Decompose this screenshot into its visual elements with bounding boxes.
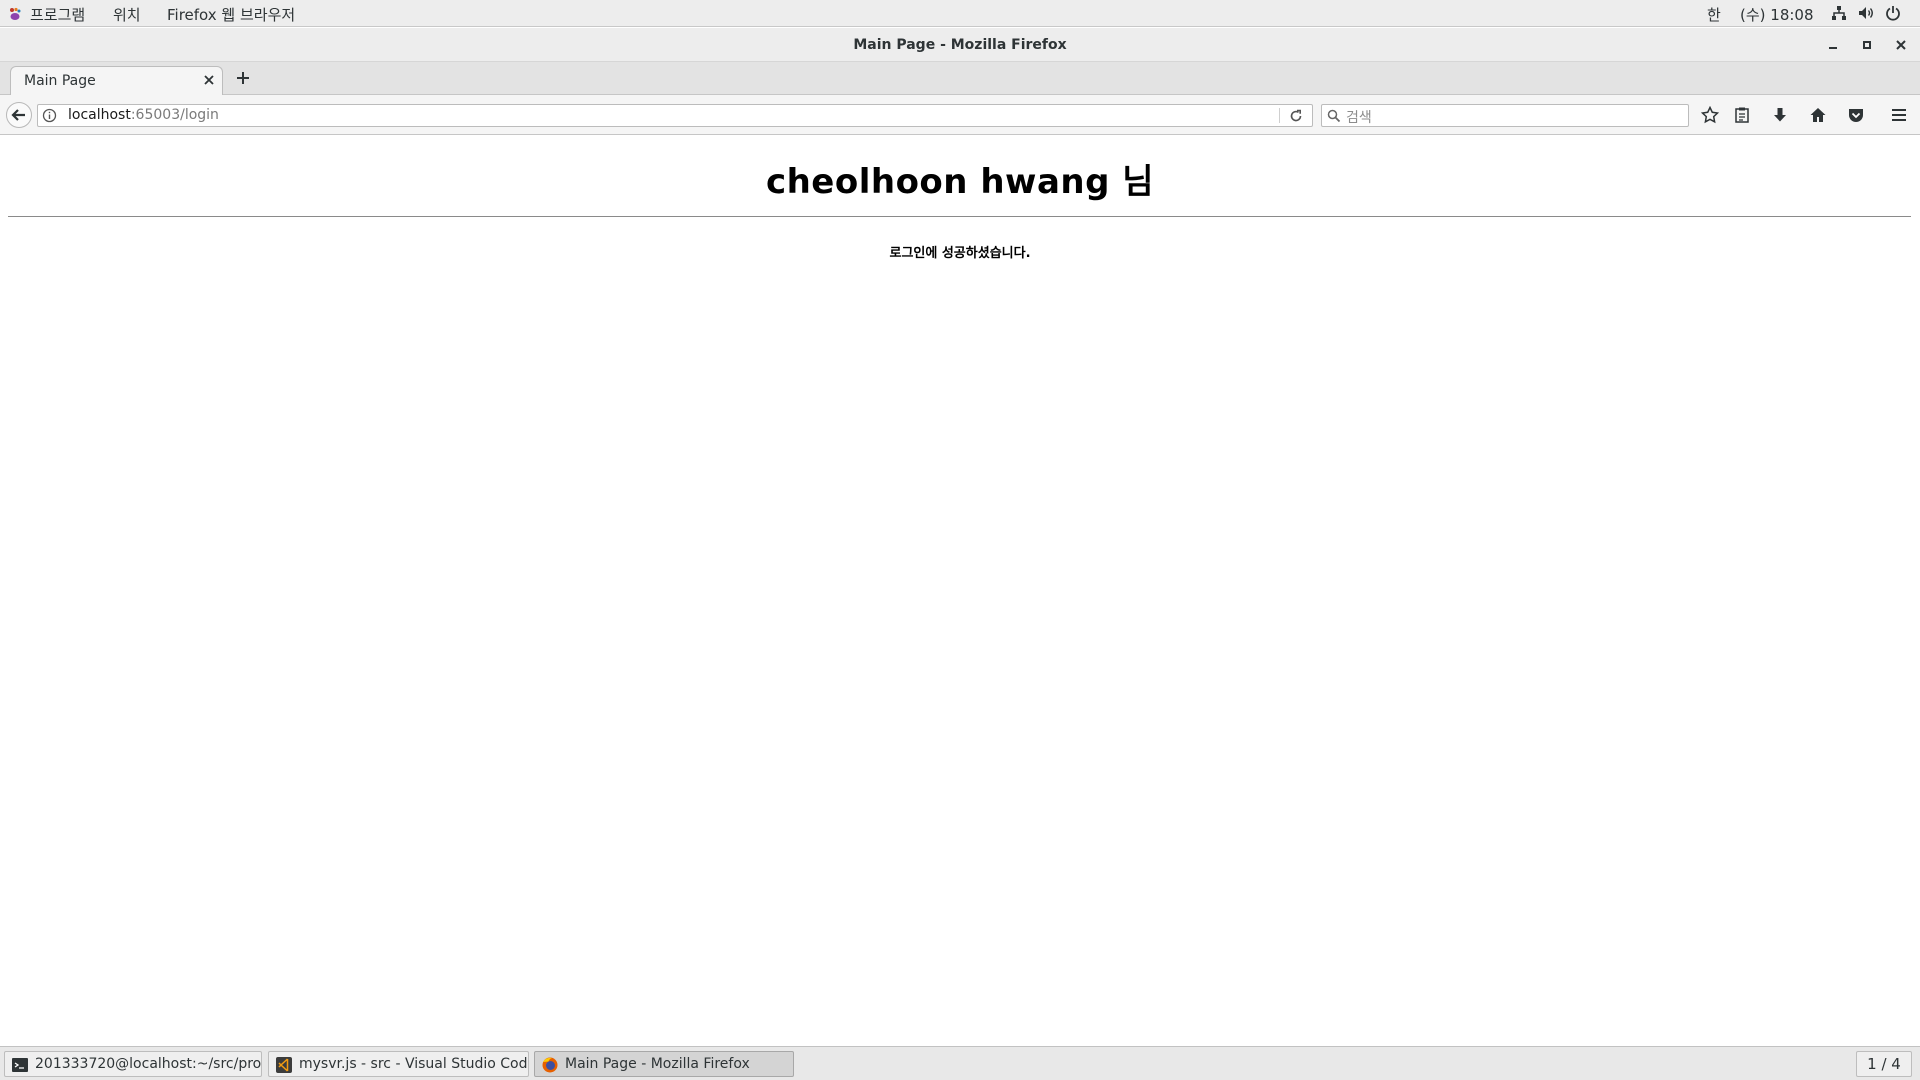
task-vscode[interactable]: mysvr.js - src - Visual Studio Code: [268, 1051, 529, 1077]
task-label: 201333720@localhost:~/src/proje…: [35, 1056, 262, 1072]
vscode-icon: [276, 1057, 292, 1073]
tab-strip: Main Page: [0, 62, 1920, 95]
search-icon: [1327, 109, 1341, 123]
back-button[interactable]: [6, 102, 32, 128]
volume-icon[interactable]: [1858, 5, 1874, 21]
url-path: :65003/login: [130, 107, 219, 123]
url-bar[interactable]: localhost:65003/login: [37, 104, 1313, 127]
login-success-message: 로그인에 성공하셨습니다.: [889, 246, 1031, 261]
clock[interactable]: (수) 18:08: [1740, 4, 1814, 25]
applications-menu[interactable]: 프로그램: [30, 4, 85, 25]
url-host: localhost: [68, 107, 131, 123]
new-tab-icon[interactable]: [234, 69, 252, 87]
horizontal-rule: [8, 216, 1911, 217]
pocket-icon[interactable]: [1847, 106, 1865, 124]
minimize-icon[interactable]: [1824, 36, 1842, 54]
window-title: Main Page - Mozilla Firefox: [853, 37, 1067, 53]
places-menu[interactable]: 위치: [113, 4, 141, 25]
firefox-icon: [542, 1057, 558, 1073]
hamburger-menu-icon[interactable]: [1890, 106, 1908, 124]
task-firefox[interactable]: Main Page - Mozilla Firefox: [534, 1051, 794, 1077]
gnome-foot-icon[interactable]: [8, 7, 22, 21]
task-label: Main Page - Mozilla Firefox: [565, 1056, 750, 1072]
terminal-icon: [12, 1058, 28, 1072]
navigation-toolbar: localhost:65003/login 검색: [0, 95, 1920, 135]
close-window-icon[interactable]: [1892, 36, 1910, 54]
download-icon[interactable]: [1771, 106, 1789, 124]
search-bar[interactable]: 검색: [1321, 104, 1689, 127]
page-heading: cheolhoon hwang 님: [765, 162, 1155, 202]
task-label: mysvr.js - src - Visual Studio Code: [299, 1056, 529, 1072]
reload-icon[interactable]: [1288, 108, 1304, 124]
task-terminal[interactable]: 201333720@localhost:~/src/proje…: [4, 1051, 262, 1077]
close-tab-icon[interactable]: [202, 73, 216, 87]
tab-main-page[interactable]: Main Page: [10, 66, 223, 95]
network-icon[interactable]: [1831, 5, 1847, 21]
input-method-indicator[interactable]: 한: [1707, 4, 1721, 25]
home-icon[interactable]: [1809, 106, 1827, 124]
url-divider: [1279, 108, 1280, 123]
window-titlebar[interactable]: Main Page - Mozilla Firefox: [0, 28, 1920, 62]
search-placeholder: 검색: [1346, 110, 1372, 126]
gnome-top-bar: 프로그램 위치 Firefox 웹 브라우저 한 (수) 18:08: [0, 0, 1920, 27]
tab-label: Main Page: [24, 73, 96, 89]
bookmarks-list-icon[interactable]: [1733, 106, 1751, 124]
power-icon[interactable]: [1885, 5, 1901, 21]
page-content: cheolhoon hwang 님 로그인에 성공하셨습니다.: [0, 136, 1920, 1046]
arrow-left-icon: [11, 109, 25, 121]
workspace-indicator[interactable]: 1 / 4: [1856, 1051, 1912, 1077]
window-list-taskbar: 201333720@localhost:~/src/proje… mysvr.j…: [0, 1046, 1920, 1080]
maximize-icon[interactable]: [1858, 36, 1876, 54]
app-menu[interactable]: Firefox 웹 브라우저: [167, 4, 295, 25]
bookmark-star-icon[interactable]: [1701, 106, 1719, 124]
url-text[interactable]: localhost:65003/login: [68, 107, 219, 123]
info-icon[interactable]: [42, 108, 57, 123]
